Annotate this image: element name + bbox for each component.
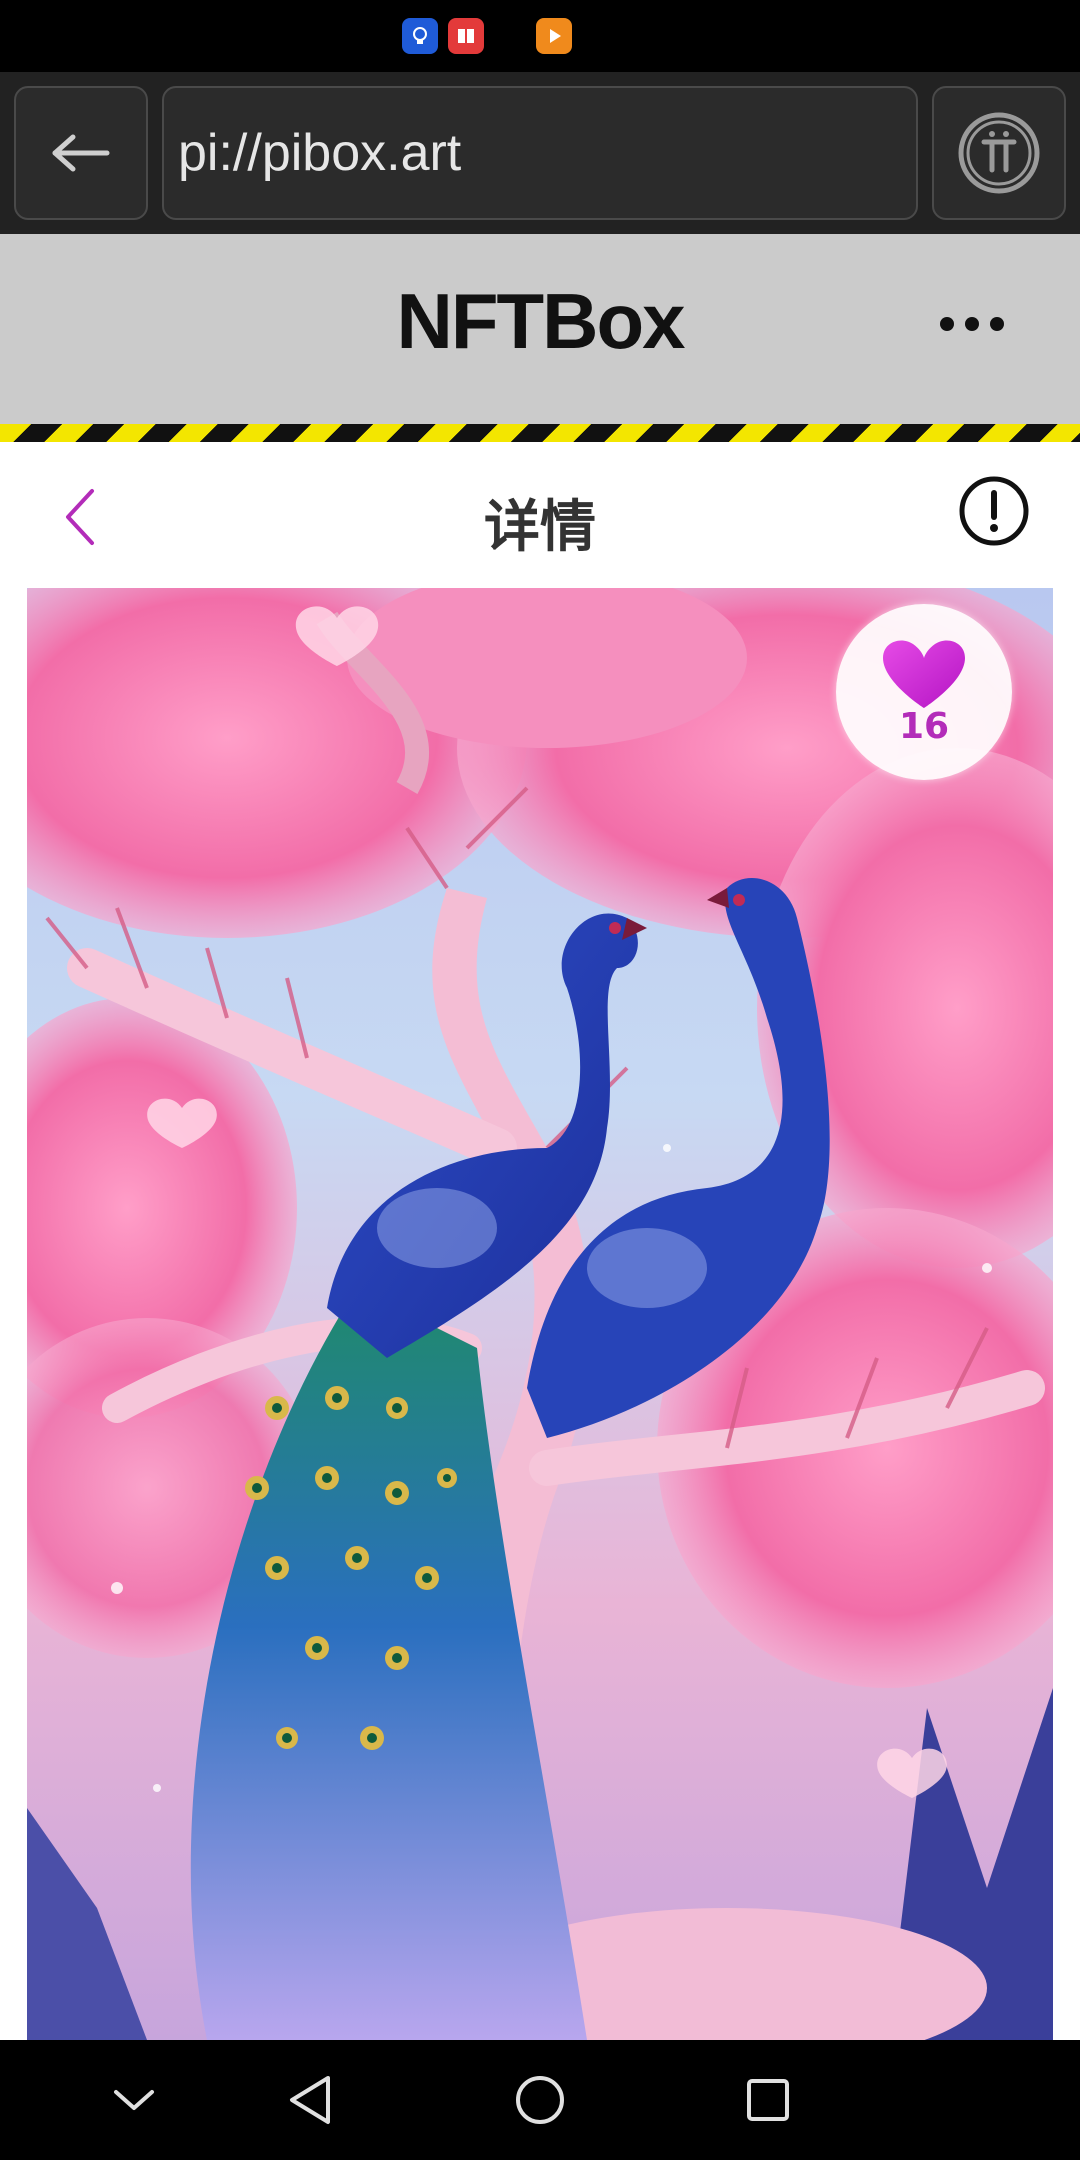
home-circle-icon	[516, 2076, 564, 2124]
nft-artwork-image[interactable]	[27, 588, 1053, 2040]
peacock-artwork	[27, 588, 1053, 2040]
status-bar	[0, 0, 1080, 72]
collapse-nav-button[interactable]	[104, 2070, 164, 2130]
bulb-app-icon	[402, 18, 438, 54]
book-app-icon	[448, 18, 484, 54]
app-header: NFTBox	[0, 234, 1080, 424]
arrow-left-icon	[52, 134, 110, 172]
page-title: 详情	[484, 495, 596, 560]
info-circle-icon	[959, 476, 1029, 546]
recents-square-icon	[747, 2079, 789, 2121]
browser-toolbar: pi://pibox.art	[0, 72, 1080, 234]
nav-back-button[interactable]	[280, 2070, 340, 2130]
system-navigation-bar	[0, 2040, 1080, 2160]
play-app-icon	[536, 18, 572, 54]
app-title: NFTBox	[396, 277, 686, 365]
chevron-down-icon	[114, 2090, 154, 2110]
hazard-stripe-divider	[0, 424, 1080, 442]
nav-recents-button[interactable]	[738, 2070, 798, 2130]
like-button[interactable]: 16	[836, 604, 1012, 780]
nav-home-button[interactable]	[510, 2070, 570, 2130]
heart-icon	[883, 639, 965, 708]
more-horizontal-icon[interactable]	[940, 312, 1004, 336]
detail-header: 详情	[0, 442, 1080, 588]
address-bar[interactable]: pi://pibox.art	[162, 86, 918, 220]
pi-browser-button[interactable]	[932, 86, 1066, 220]
back-triangle-icon	[290, 2076, 330, 2124]
screen: pi://pibox.art NFTBox 详情 16	[0, 0, 1080, 2160]
pi-logo-icon	[958, 112, 1040, 194]
like-count: 16	[898, 705, 950, 747]
url-text: pi://pibox.art	[178, 124, 462, 182]
info-button[interactable]	[958, 475, 1030, 547]
browser-back-button[interactable]	[14, 86, 148, 220]
